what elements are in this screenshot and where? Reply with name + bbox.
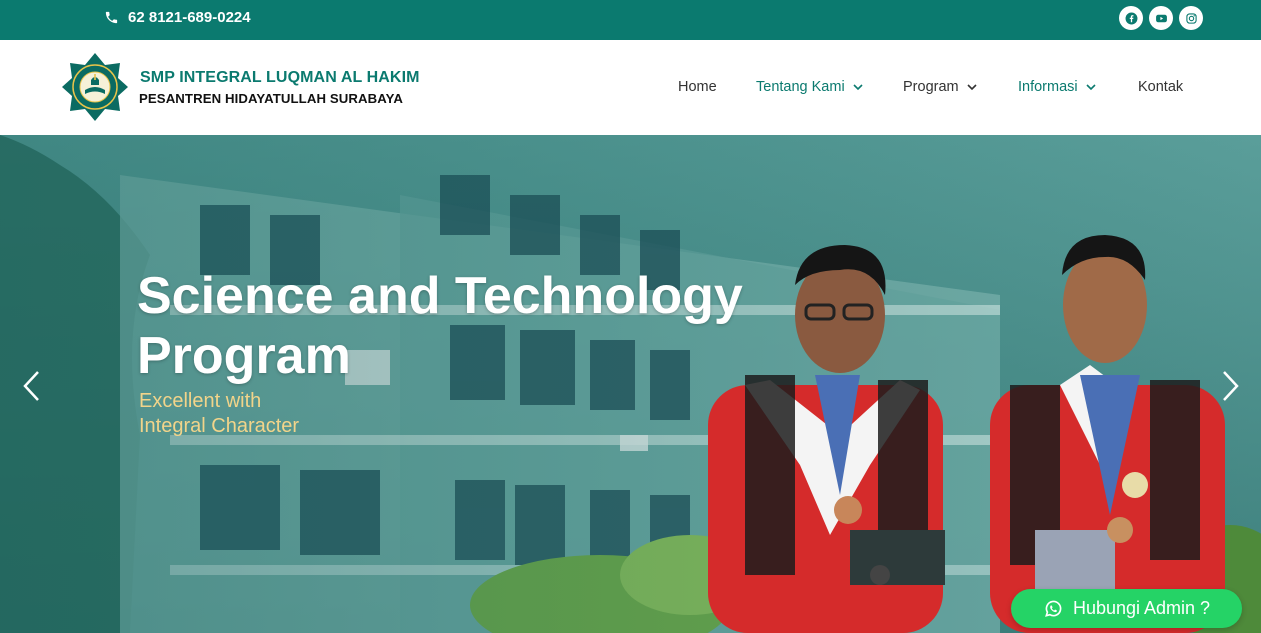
whatsapp-admin-button[interactable]: Hubungi Admin ?: [1011, 589, 1242, 628]
nav-tentang-kami[interactable]: Tentang Kami: [756, 79, 863, 95]
nav-kontak[interactable]: Kontak: [1138, 79, 1183, 95]
facebook-link[interactable]: [1119, 6, 1143, 30]
hero-subtitle: Excellent with Integral Character: [139, 389, 439, 439]
hero-subtitle-line-1: Excellent with: [139, 390, 262, 412]
hero-slider: Science and Technology Program Excellent…: [0, 135, 1261, 633]
nav-program-label: Program: [903, 79, 959, 95]
nav-home[interactable]: Home: [678, 79, 717, 95]
chevron-down-icon: [1086, 83, 1096, 90]
chevron-right-icon: [1223, 371, 1239, 401]
nav-informasi[interactable]: Informasi: [1018, 79, 1096, 95]
nav-program[interactable]: Program: [903, 79, 977, 95]
top-bar: 62 8121-689-0224: [0, 0, 1261, 40]
hero-title: Science and Technology Program: [137, 266, 837, 386]
instagram-link[interactable]: [1179, 6, 1203, 30]
instagram-icon: [1185, 12, 1197, 24]
slider-next-button[interactable]: [1220, 369, 1242, 403]
phone-number: 62 8121-689-0224: [128, 9, 251, 26]
whatsapp-admin-label: Hubungi Admin ?: [1072, 598, 1211, 618]
chevron-down-icon: [853, 83, 863, 90]
hero-title-line-1: Science and Technology: [137, 267, 743, 325]
nav-tentang-kami-label: Tentang Kami: [756, 79, 845, 95]
youtube-link[interactable]: [1149, 6, 1173, 30]
site-header: SMP INTEGRAL LUQMAN AL HAKIM PESANTREN H…: [0, 40, 1261, 135]
facebook-icon: [1125, 12, 1137, 24]
chevron-down-icon: [967, 83, 977, 90]
whatsapp-icon: [1045, 600, 1062, 617]
youtube-icon: [1155, 14, 1167, 22]
phone-contact[interactable]: 62 8121-689-0224: [104, 9, 251, 26]
phone-icon: [105, 11, 118, 24]
social-links: [1119, 6, 1203, 30]
nav-informasi-label: Informasi: [1018, 79, 1078, 95]
main-nav: Home Tentang Kami Program Informasi Kont…: [0, 79, 1261, 99]
slider-prev-button[interactable]: [20, 369, 42, 403]
nav-kontak-label: Kontak: [1138, 79, 1184, 95]
nav-home-label: Home: [678, 79, 717, 95]
hero-title-line-2: Program: [137, 327, 351, 385]
chevron-left-icon: [23, 371, 39, 401]
hero-subtitle-line-2: Integral Character: [139, 415, 300, 437]
